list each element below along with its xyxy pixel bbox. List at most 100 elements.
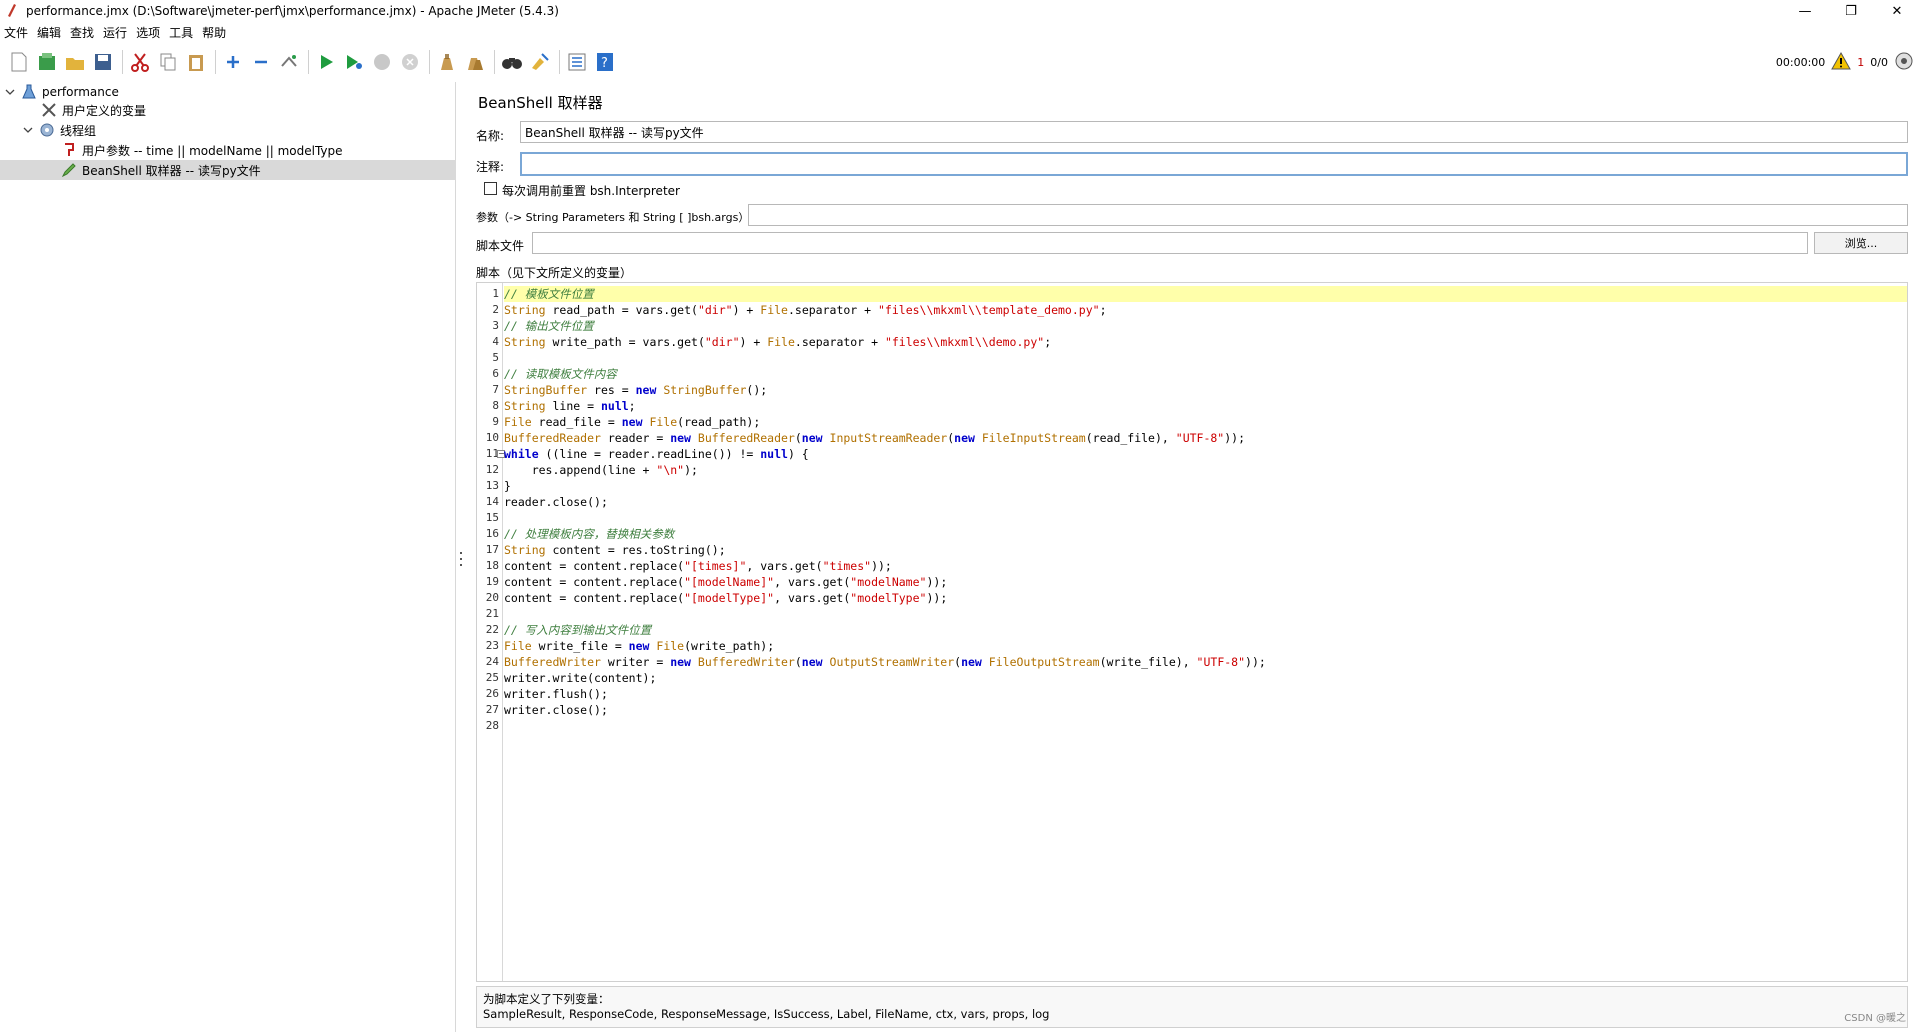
code-line[interactable] — [504, 606, 1907, 622]
code-line[interactable]: content = content.replace("[modelType]",… — [504, 590, 1907, 606]
line-number-gutter: 1 2 3 4 5 6 7 8 9 10 11−12 13 14 15 16 17 18 19 20 21 22 23 24… — [477, 283, 505, 981]
script-file-input[interactable] — [532, 232, 1808, 254]
new-icon[interactable] — [6, 49, 32, 75]
close-button[interactable]: ✕ — [1874, 0, 1920, 22]
help-icon[interactable]: ? — [592, 49, 618, 75]
line-number: 8 — [492, 399, 499, 412]
tree-node-performance[interactable]: performance — [4, 82, 119, 102]
minimize-button[interactable]: — — [1782, 0, 1828, 22]
line-number: 14 — [485, 495, 499, 508]
comment-label: 注释: — [476, 160, 505, 174]
start-no-pauses-icon[interactable] — [341, 49, 367, 75]
line-number: 26 — [485, 687, 499, 700]
stop-icon[interactable] — [369, 49, 395, 75]
save-icon[interactable] — [90, 49, 116, 75]
menu-tools[interactable]: 工具 — [165, 24, 198, 41]
shutdown-icon[interactable] — [397, 49, 423, 75]
line-number: 16 — [485, 527, 499, 540]
code-line[interactable] — [504, 350, 1907, 366]
menu-help[interactable]: 帮助 — [198, 24, 231, 41]
reset-search-icon[interactable] — [527, 49, 553, 75]
name-input[interactable] — [520, 121, 1908, 143]
tree-node-user-params[interactable]: 用户参数 -- time || modelName || modelType — [44, 140, 343, 160]
code-line[interactable]: String content = res.toString(); — [504, 542, 1907, 558]
line-number: 28 — [485, 719, 499, 732]
toolbar: ? 00:00:00 1 0/0 — [0, 44, 1920, 80]
cut-icon[interactable] — [127, 49, 153, 75]
code-line[interactable]: writer.close(); — [504, 702, 1907, 718]
code-line[interactable]: File read_file = new File(read_path); — [504, 414, 1907, 430]
jmeter-feather-icon — [4, 3, 20, 19]
code-line[interactable]: // 读取模板文件内容 — [504, 366, 1907, 382]
line-number: 25 — [485, 671, 499, 684]
tree-node-beanshell[interactable]: BeanShell 取样器 -- 读写py文件 — [0, 160, 456, 180]
restore-button[interactable]: ❐ — [1828, 0, 1874, 22]
line-number: 5 — [492, 351, 499, 364]
chevron-down-icon[interactable] — [4, 86, 16, 98]
params-label: 参数（-> String Parameters 和 String [ ]bsh.… — [476, 211, 750, 224]
line-number: 11 — [485, 447, 499, 460]
code-line[interactable]: File write_file = new File(write_path); — [504, 638, 1907, 654]
code-line[interactable]: // 写入内容到输出文件位置 — [504, 622, 1907, 638]
toolbar-separator — [429, 50, 430, 74]
code-line[interactable]: String write_path = vars.get("dir") + Fi… — [504, 334, 1907, 350]
function-helper-icon[interactable] — [564, 49, 590, 75]
expand-icon[interactable] — [220, 49, 246, 75]
menu-edit[interactable]: 编辑 — [33, 24, 66, 41]
defined-variables-list: SampleResult, ResponseCode, ResponseMess… — [483, 1007, 1050, 1021]
line-number: 23 — [485, 639, 499, 652]
tree-node-user-vars[interactable]: 用户定义的变量 — [24, 100, 146, 120]
open-icon[interactable] — [62, 49, 88, 75]
code-line[interactable]: StringBuffer res = new StringBuffer(); — [504, 382, 1907, 398]
code-line[interactable]: content = content.replace("[modelName]",… — [504, 574, 1907, 590]
code-line[interactable]: BufferedWriter writer = new BufferedWrit… — [504, 654, 1907, 670]
code-line[interactable] — [504, 718, 1907, 734]
code-line[interactable]: BufferedReader reader = new BufferedRead… — [504, 430, 1907, 446]
code-line[interactable]: res.append(line + "\n"); — [504, 462, 1907, 478]
tree-node-thread-group[interactable]: 线程组 — [22, 120, 96, 140]
code-line[interactable]: String line = null; — [504, 398, 1907, 414]
reset-interpreter-checkbox[interactable] — [484, 182, 497, 195]
collapse-icon[interactable] — [248, 49, 274, 75]
title-bar: performance.jmx (D:\Software\jmeter-perf… — [0, 0, 1920, 22]
menu-options[interactable]: 选项 — [132, 24, 165, 41]
code-line[interactable]: content = content.replace("[times]", var… — [504, 558, 1907, 574]
menu-search[interactable]: 查找 — [66, 24, 99, 41]
code-line[interactable] — [504, 510, 1907, 526]
menu-run[interactable]: 运行 — [99, 24, 132, 41]
code-line[interactable]: // 模板文件位置 — [504, 286, 1907, 302]
search-icon[interactable] — [499, 49, 525, 75]
copy-icon[interactable] — [155, 49, 181, 75]
remote-status-icon[interactable] — [1894, 51, 1914, 74]
code-line[interactable]: writer.write(content); — [504, 670, 1907, 686]
chevron-down-icon[interactable] — [22, 124, 34, 136]
panel-splitter[interactable] — [456, 82, 466, 1032]
line-number: 12 — [485, 463, 499, 476]
line-number: 17 — [485, 543, 499, 556]
paste-icon[interactable] — [183, 49, 209, 75]
comment-input[interactable] — [520, 152, 1908, 176]
clear-all-icon[interactable] — [462, 49, 488, 75]
code-line[interactable]: String read_path = vars.get("dir") + Fil… — [504, 302, 1907, 318]
params-input[interactable] — [748, 204, 1908, 226]
code-line[interactable]: while ((line = reader.readLine()) != nul… — [504, 446, 1907, 462]
templates-icon[interactable] — [34, 49, 60, 75]
warning-icon[interactable] — [1831, 51, 1852, 73]
code-area[interactable]: // 模板文件位置 String read_path = vars.get("di… — [504, 283, 1907, 981]
script-editor[interactable]: 1 2 3 4 5 6 7 8 9 10 11−12 13 14 15 16 17 18 19 20 21 22 23 24… — [476, 282, 1908, 982]
code-line[interactable]: // 输出文件位置 — [504, 318, 1907, 334]
toggle-icon[interactable] — [276, 49, 302, 75]
line-number: 6 — [492, 367, 499, 380]
line-number: 27 — [485, 703, 499, 716]
code-line[interactable]: } — [504, 478, 1907, 494]
start-icon[interactable] — [313, 49, 339, 75]
tree-label: 用户参数 -- time || modelName || modelType — [82, 143, 343, 158]
menu-file[interactable]: 文件 — [0, 24, 33, 41]
code-line[interactable]: reader.close(); — [504, 494, 1907, 510]
name-label: 名称: — [476, 129, 505, 143]
code-line[interactable]: writer.flush(); — [504, 686, 1907, 702]
browse-button[interactable]: 浏览... — [1814, 232, 1908, 254]
line-number: 19 — [485, 575, 499, 588]
clear-icon[interactable] — [434, 49, 460, 75]
code-line[interactable]: // 处理模板内容，替换相关参数 — [504, 526, 1907, 542]
